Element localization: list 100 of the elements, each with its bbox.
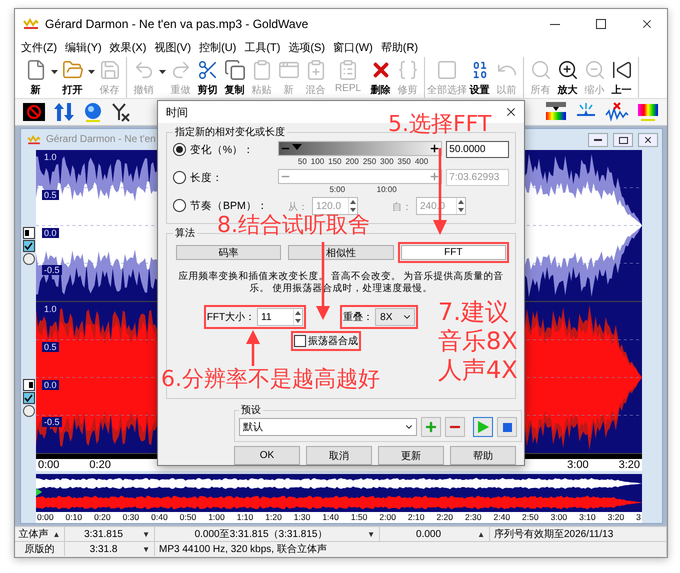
spin-down-icon[interactable]	[349, 206, 357, 214]
time-label: 3:00	[550, 512, 568, 522]
slider-thumb[interactable]	[292, 144, 302, 150]
prohibited-icon[interactable]	[23, 103, 45, 121]
value-field[interactable]: 50.0000	[446, 141, 510, 158]
status-text: 0.000	[415, 528, 442, 540]
restore-button[interactable]	[613, 132, 633, 146]
sort-arrow[interactable]: ▼	[367, 530, 375, 538]
channel-checkbox[interactable]	[22, 240, 34, 252]
menu-item[interactable]: 视图(V)	[150, 39, 196, 55]
time-label: 0:00	[37, 512, 54, 522]
toolbar-button[interactable]: 设置	[466, 57, 493, 98]
menu-item[interactable]: 选项(S)	[284, 39, 330, 55]
axis-label: -0.5	[42, 417, 62, 428]
time-label: 1:50	[350, 512, 368, 522]
dialog-button[interactable]: 取消	[306, 446, 372, 465]
zoom-out-icon	[584, 59, 606, 81]
time-label: 0:50	[180, 512, 196, 522]
dialog-button[interactable]: 帮助	[450, 446, 516, 465]
dialog-button[interactable]: OK	[234, 446, 300, 465]
spin-down-icon[interactable]	[294, 317, 302, 325]
square-icon	[436, 59, 458, 81]
tick-label: 100	[310, 157, 324, 166]
minimize-button[interactable]	[588, 132, 608, 146]
remove-button[interactable]	[445, 417, 465, 437]
spin-field[interactable]: 11	[257, 308, 304, 326]
sort-arrow[interactable]: ▼	[142, 530, 150, 538]
radio-button[interactable]	[173, 171, 186, 184]
axis-label: 0.0	[42, 228, 59, 238]
scissors-icon	[196, 59, 218, 81]
channel-mode-icon[interactable]	[22, 227, 34, 239]
tab[interactable]: FFT	[400, 245, 506, 260]
close-button[interactable]	[638, 132, 658, 146]
preset-dropdown[interactable]: 默认	[239, 418, 417, 436]
dialog-button[interactable]: 更新	[378, 446, 444, 465]
slider-track[interactable]	[278, 141, 442, 156]
app-logo-icon	[27, 134, 41, 144]
tick-label: 350	[398, 157, 411, 166]
toolbar-button[interactable]: 上一	[608, 57, 635, 98]
stop-button[interactable]	[497, 417, 517, 437]
toolbar-button[interactable]: 打开	[59, 57, 86, 98]
tick-label: 200	[345, 157, 359, 166]
time-label: 2:50	[522, 512, 539, 522]
toolbar-button[interactable]: 删除	[367, 57, 394, 98]
tab[interactable]: 相似性	[288, 245, 394, 260]
tick-label: 10:00	[376, 185, 397, 194]
close-icon[interactable]	[504, 105, 518, 119]
toolbar-button[interactable]: 放大	[554, 57, 581, 98]
wave-x-icon[interactable]	[605, 101, 629, 123]
sort-arrow[interactable]: ▲	[52, 530, 60, 538]
sort-arrow[interactable]: ▼	[142, 544, 150, 554]
sphere-icon[interactable]	[83, 102, 103, 122]
circle-icon[interactable]	[22, 405, 34, 417]
spin-up-icon[interactable]	[349, 198, 357, 206]
menu-item[interactable]: 窗口(W)	[329, 39, 377, 55]
toolbar-button[interactable]: 新	[22, 57, 49, 98]
spectrum-icon[interactable]	[637, 102, 659, 122]
spin-down-icon[interactable]	[457, 206, 465, 214]
plus-button[interactable]	[428, 142, 442, 155]
play-button[interactable]	[473, 417, 493, 437]
axis-label: 0.0	[42, 380, 59, 390]
toolbar-button[interactable]: 复制	[221, 57, 248, 98]
search-icon	[530, 59, 552, 81]
skip-back-icon	[610, 59, 632, 81]
time-label: 3:20	[608, 512, 624, 522]
status-text: 0.000至3:31.815（3:31.815）	[194, 528, 328, 541]
menu-item[interactable]: 控制(U)	[195, 39, 240, 55]
menu-item[interactable]: 文件(Z)	[17, 39, 62, 55]
axis-label: 0.5	[42, 342, 59, 352]
spectrum-bar-icon[interactable]	[545, 101, 567, 123]
time-label: 3:20	[618, 459, 640, 471]
checkbox[interactable]: 振荡器合成	[294, 334, 358, 348]
add-button[interactable]	[421, 417, 441, 437]
tick-label: 250	[362, 157, 376, 166]
menu-item[interactable]: 效果(X)	[106, 39, 150, 55]
menu-item[interactable]: 工具(T)	[240, 39, 284, 55]
field-label: 从：	[288, 200, 308, 214]
status-text: MP3 44100 Hz, 320 kbps, 联合立体声	[159, 542, 328, 556]
sort-arrow[interactable]: ▲	[477, 530, 485, 538]
up-down-arrows-icon[interactable]	[53, 102, 75, 122]
spin-up-icon[interactable]	[457, 198, 465, 206]
caret-icon	[158, 70, 166, 74]
circle-icon[interactable]	[22, 253, 34, 265]
field-label: 重叠：	[343, 310, 374, 324]
description-text: 应用频率变换和插值来改变长度。 音高不会改变。 为音乐提供高质量的音乐。 使用振荡器合成时，处理速度最慢。	[177, 271, 505, 295]
tab[interactable]: 码率	[176, 245, 282, 260]
status-text: 3:31.8	[88, 544, 118, 554]
channel-mode-icon[interactable]	[22, 379, 34, 391]
crossed-lines-icon[interactable]	[111, 102, 131, 122]
radio-button[interactable]	[173, 143, 186, 156]
annotation-text: 6.分辨率不是越高越好	[161, 366, 380, 393]
time-label: 0:30	[122, 512, 140, 522]
dropdown[interactable]: 8X	[375, 308, 416, 326]
toolbar-button[interactable]: 剪切	[194, 57, 221, 98]
time-label: 1:10	[236, 512, 254, 522]
channel-checkbox[interactable]	[22, 392, 34, 404]
axis-label: -0.5	[42, 265, 62, 276]
menu-item[interactable]: 帮助(R)	[376, 39, 422, 55]
radio-button[interactable]	[173, 199, 186, 212]
menu-item[interactable]: 编辑(Y)	[61, 39, 106, 55]
